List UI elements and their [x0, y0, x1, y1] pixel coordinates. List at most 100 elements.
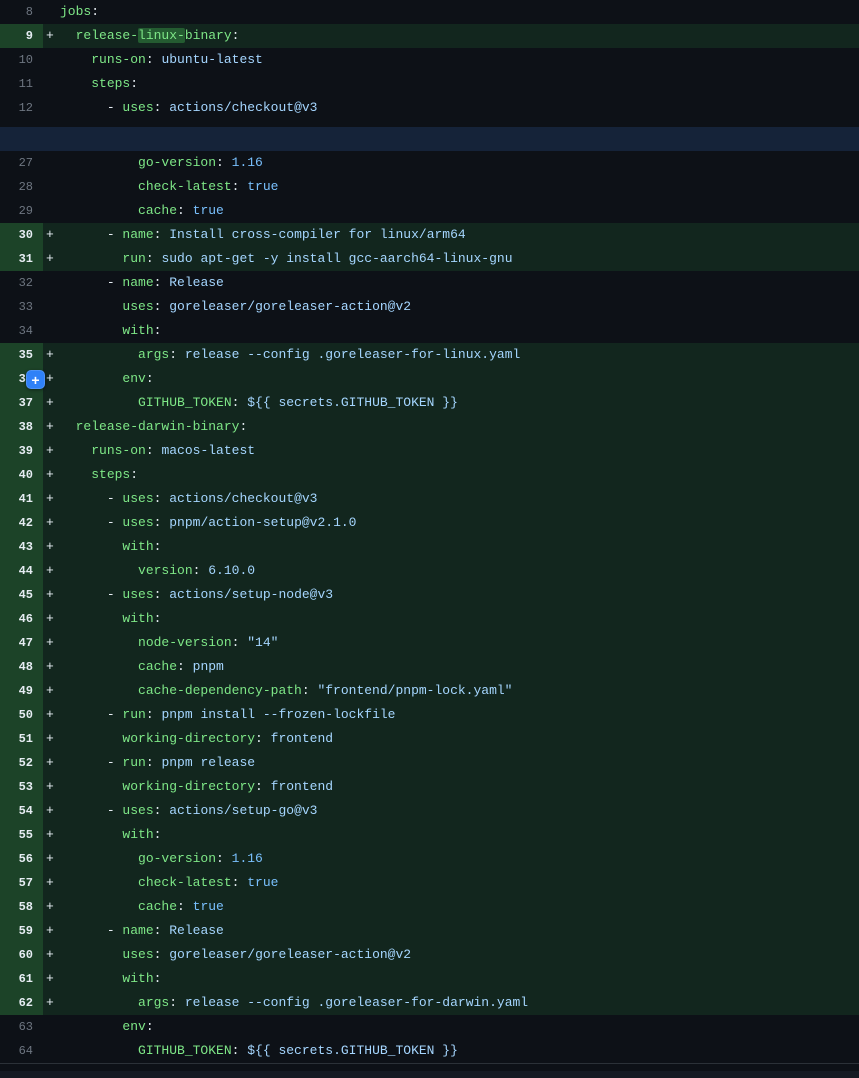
- token-k: working-directory: [122, 731, 255, 746]
- diff-row-line-60: 60+ uses: goreleaser/goreleaser-action@v…: [0, 943, 859, 967]
- line-number[interactable]: 32: [0, 271, 43, 295]
- code-line: + cache-dependency-path: "frontend/pnpm-…: [43, 679, 859, 703]
- diff-row-line-34: 34 with:: [0, 319, 859, 343]
- token-p: :: [91, 4, 99, 19]
- add-comment-button[interactable]: +: [26, 370, 45, 389]
- line-number[interactable]: 53: [0, 775, 43, 799]
- line-number[interactable]: 62: [0, 991, 43, 1015]
- line-number[interactable]: 60: [0, 943, 43, 967]
- line-number[interactable]: 27: [0, 151, 43, 175]
- added-line-marker: +: [43, 847, 60, 871]
- line-number[interactable]: 41: [0, 487, 43, 511]
- line-number[interactable]: 63: [0, 1015, 43, 1039]
- line-number[interactable]: 48: [0, 655, 43, 679]
- token-p: :: [146, 755, 162, 770]
- expand-hunk-row[interactable]: [0, 127, 859, 151]
- token-p: :: [130, 76, 138, 91]
- diff-row-line-53: 53+ working-directory: frontend: [0, 775, 859, 799]
- diff-row-line-43: 43+ with:: [0, 535, 859, 559]
- line-number[interactable]: 45: [0, 583, 43, 607]
- line-number[interactable]: 55: [0, 823, 43, 847]
- token-p: -: [107, 707, 123, 722]
- line-number[interactable]: 59: [0, 919, 43, 943]
- line-number[interactable]: 57: [0, 871, 43, 895]
- line-number[interactable]: 64: [0, 1039, 43, 1063]
- code-line: + with:: [43, 967, 859, 991]
- line-number[interactable]: 30: [0, 223, 43, 247]
- code-line: + check-latest: true: [43, 871, 859, 895]
- code-line: + with:: [43, 607, 859, 631]
- line-number[interactable]: 50: [0, 703, 43, 727]
- line-number[interactable]: 31: [0, 247, 43, 271]
- diff-row-line-27: 27 go-version: 1.16: [0, 151, 859, 175]
- token-p: :: [154, 587, 170, 602]
- token-k: jobs: [60, 4, 91, 19]
- line-number[interactable]: 61: [0, 967, 43, 991]
- token-k: working-directory: [122, 779, 255, 794]
- added-line-marker: +: [43, 919, 60, 943]
- line-number[interactable]: 43: [0, 535, 43, 559]
- code-line: + args: release --config .goreleaser-for…: [43, 991, 859, 1015]
- indent: [60, 515, 107, 530]
- code-line: + go-version: 1.16: [43, 847, 859, 871]
- line-number[interactable]: 9: [0, 24, 43, 48]
- token-p: :: [146, 1019, 154, 1034]
- line-number[interactable]: 56: [0, 847, 43, 871]
- token-k: name: [122, 227, 153, 242]
- line-number[interactable]: 34: [0, 319, 43, 343]
- token-p: :: [216, 851, 232, 866]
- indent: [60, 299, 122, 314]
- indent: [60, 587, 107, 602]
- token-p: -: [107, 923, 123, 938]
- indent: [60, 635, 138, 650]
- token-p: :: [154, 299, 170, 314]
- code-line: check-latest: true: [43, 175, 859, 199]
- line-number[interactable]: 37: [0, 391, 43, 415]
- indent: [60, 227, 107, 242]
- line-number[interactable]: 40: [0, 463, 43, 487]
- line-number[interactable]: 12: [0, 96, 43, 120]
- indent: [60, 251, 122, 266]
- line-number[interactable]: 28: [0, 175, 43, 199]
- code-line: steps:: [43, 72, 859, 96]
- added-line-marker: +: [43, 223, 60, 247]
- line-number[interactable]: 52: [0, 751, 43, 775]
- line-number[interactable]: 58: [0, 895, 43, 919]
- line-number[interactable]: 10: [0, 48, 43, 72]
- token-p: :: [154, 971, 162, 986]
- diff-row-line-8: 8 jobs:: [0, 0, 859, 24]
- added-line-marker: +: [43, 823, 60, 847]
- line-number[interactable]: 54: [0, 799, 43, 823]
- token-s: pnpm: [193, 659, 224, 674]
- token-k: runs-on: [91, 443, 146, 458]
- line-number[interactable]: 33: [0, 295, 43, 319]
- line-number[interactable]: 11: [0, 72, 43, 96]
- diff-row-line-57: 57+ check-latest: true: [0, 871, 859, 895]
- line-number[interactable]: 49: [0, 679, 43, 703]
- line-number[interactable]: 51: [0, 727, 43, 751]
- line-number[interactable]: 46: [0, 607, 43, 631]
- diff-row-line-49: 49+ cache-dependency-path: "frontend/pnp…: [0, 679, 859, 703]
- added-line-marker: +: [43, 799, 60, 823]
- diff-row-line-35: 35+ args: release --config .goreleaser-f…: [0, 343, 859, 367]
- token-n: true: [193, 899, 224, 914]
- line-number[interactable]: 47: [0, 631, 43, 655]
- line-number[interactable]: 39: [0, 439, 43, 463]
- token-s: actions/checkout@v3: [169, 491, 317, 506]
- line-number[interactable]: 8: [0, 0, 43, 24]
- diff-row-line-58: 58+ cache: true: [0, 895, 859, 919]
- added-line-marker: +: [43, 775, 60, 799]
- added-line-marker: +: [43, 751, 60, 775]
- line-number[interactable]: 44: [0, 559, 43, 583]
- token-p: -: [107, 227, 123, 242]
- added-line-marker: +: [43, 583, 60, 607]
- added-line-marker: +: [43, 343, 60, 367]
- token-n: true: [247, 875, 278, 890]
- line-number[interactable]: 29: [0, 199, 43, 223]
- page-background: [0, 1071, 859, 1078]
- line-number[interactable]: 38: [0, 415, 43, 439]
- line-number[interactable]: 42: [0, 511, 43, 535]
- diff-row-line-54: 54+ - uses: actions/setup-go@v3: [0, 799, 859, 823]
- line-number[interactable]: 35: [0, 343, 43, 367]
- token-k: runs-on: [91, 52, 146, 67]
